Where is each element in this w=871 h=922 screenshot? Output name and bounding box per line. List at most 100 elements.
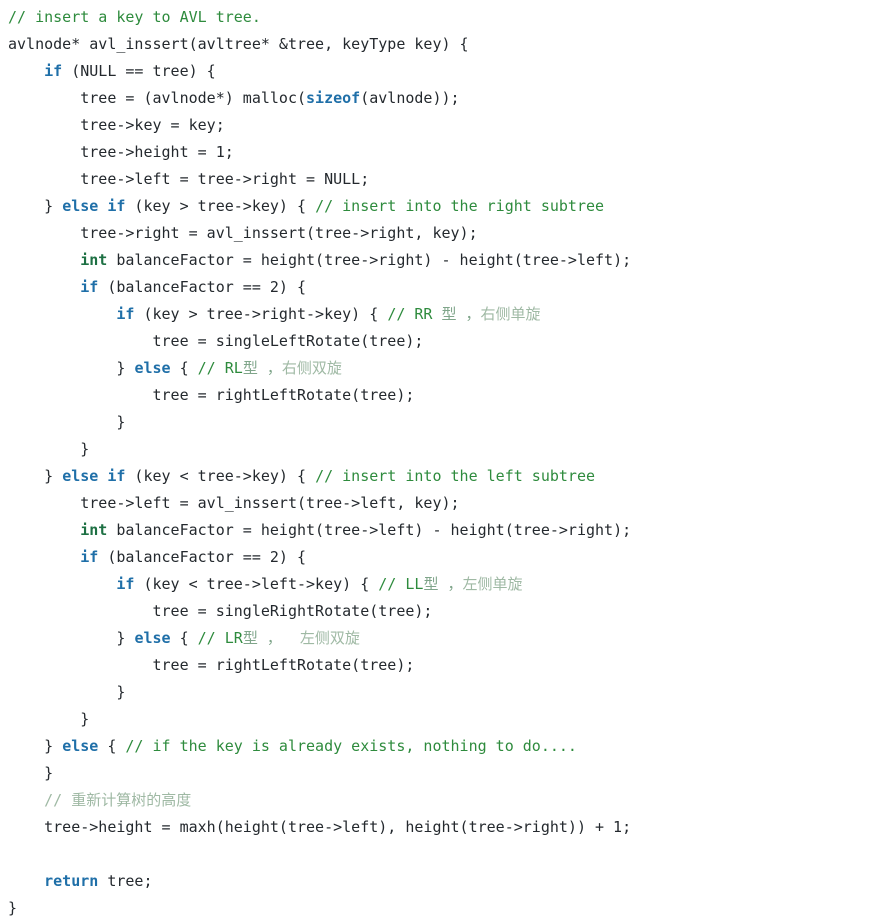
code-token-kw: if xyxy=(116,305,135,323)
code-line: } xyxy=(8,679,871,706)
code-token-plain: tree->height = 1; xyxy=(8,143,234,161)
code-line: tree = rightLeftRotate(tree); xyxy=(8,652,871,679)
code-token-plain: } xyxy=(8,467,63,485)
code-token-cmt-mid: 型 ， xyxy=(242,629,300,647)
code-line: } else if (key > tree->key) { // insert … xyxy=(8,193,871,220)
code-line: tree = (avlnode*) malloc(sizeof(avlnode)… xyxy=(8,85,871,112)
code-line: tree->left = tree->right = NULL; xyxy=(8,166,871,193)
code-line: if (NULL == tree) { xyxy=(8,58,871,85)
code-token-plain: tree = singleRightRotate(tree); xyxy=(8,602,433,620)
code-line: if (key < tree->left->key) { // LL型 ，左侧单… xyxy=(8,571,871,598)
code-line: avlnode* avl_inssert(avltree* &tree, key… xyxy=(8,31,871,58)
code-token-plain: (key < tree->left->key) { xyxy=(134,575,379,593)
code-line: if (key > tree->right->key) { // RR 型 ，右… xyxy=(8,301,871,328)
code-token-cmt: // RR xyxy=(387,305,442,323)
code-token-kw: if xyxy=(44,62,63,80)
code-token-plain: tree->key = key; xyxy=(8,116,225,134)
code-token-cmt-cn: 右侧单旋 xyxy=(480,305,541,323)
code-token-cmt-mid: 型 ， xyxy=(441,305,481,323)
code-token-plain: { xyxy=(170,629,198,647)
code-token-cmt: // insert into the right subtree xyxy=(315,197,605,215)
code-token-plain: tree->right = avl_inssert(tree->right, k… xyxy=(8,224,478,242)
code-token-plain: (balanceFactor == 2) { xyxy=(98,548,307,566)
code-token-cmt: // insert into the left subtree xyxy=(315,467,596,485)
code-line: } else if (key < tree->key) { // insert … xyxy=(8,463,871,490)
code-token-plain: } xyxy=(8,197,63,215)
code-token-cmt: // RL xyxy=(197,359,243,377)
code-line: tree = rightLeftRotate(tree); xyxy=(8,382,871,409)
code-token-kw: if xyxy=(116,575,135,593)
code-token-plain: tree->left = tree->right = NULL; xyxy=(8,170,370,188)
code-token-kw: else xyxy=(134,629,171,647)
code-token-plain: tree; xyxy=(98,872,153,890)
code-line: } xyxy=(8,409,871,436)
code-token-kw: if xyxy=(80,548,99,566)
code-line: } else { // if the key is already exists… xyxy=(8,733,871,760)
code-line: if (balanceFactor == 2) { xyxy=(8,274,871,301)
code-line: tree->height = 1; xyxy=(8,139,871,166)
code-token-plain: (key > tree->key) { xyxy=(125,197,316,215)
code-token-kw: sizeof xyxy=(306,89,361,107)
code-token-plain: } xyxy=(8,440,90,458)
code-line: tree = singleRightRotate(tree); xyxy=(8,598,871,625)
code-line: } xyxy=(8,760,871,787)
code-token-plain: } xyxy=(8,359,135,377)
code-token-plain: (key > tree->right->key) { xyxy=(134,305,388,323)
code-token-kw: else xyxy=(62,737,99,755)
code-token-type: int xyxy=(80,521,108,539)
code-token-cmt: // if the key is already exists, nothing… xyxy=(125,737,577,755)
code-token-plain: } xyxy=(8,413,126,431)
code-token-kw: else xyxy=(134,359,171,377)
code-token-plain: (balanceFactor == 2) { xyxy=(98,278,307,296)
code-token-plain: (key < tree->key) { xyxy=(125,467,316,485)
code-token-plain: tree->height = maxh(height(tree->left), … xyxy=(8,818,632,836)
code-token-cmt-cn: 右侧双旋 xyxy=(281,359,342,377)
code-token-plain: } xyxy=(8,764,54,782)
code-token-plain: (avlnode)); xyxy=(360,89,460,107)
code-token-plain: (NULL == tree) { xyxy=(62,62,216,80)
code-token-cmt-cn: 左侧双旋 xyxy=(299,629,360,647)
code-token-cmt-mid: 型 ， xyxy=(242,359,282,377)
code-line: } xyxy=(8,895,871,922)
code-token-plain: { xyxy=(98,737,126,755)
code-token-plain: } xyxy=(8,683,126,701)
code-line: } else { // RL型 ，右侧双旋 xyxy=(8,355,871,382)
code-token-plain: avlnode* avl_inssert(avltree* &tree, key… xyxy=(8,35,469,53)
code-line: return tree; xyxy=(8,868,871,895)
code-token-cmt-mid: 型 ， xyxy=(423,575,463,593)
code-token-type: int xyxy=(80,251,108,269)
code-token-cmt: // LR xyxy=(197,629,243,647)
code-token-plain: balanceFactor = height(tree->right) - he… xyxy=(107,251,632,269)
code-token-kw: if xyxy=(80,278,99,296)
code-line: } else { // LR型 ， 左侧双旋 xyxy=(8,625,871,652)
code-token-plain: balanceFactor = height(tree->left) - hei… xyxy=(107,521,632,539)
code-listing[interactable]: // insert a key to AVL tree. avlnode* avl… xyxy=(0,0,871,922)
code-token-cmt-cn: // 重新计算树的高度 xyxy=(44,791,192,809)
code-token-plain: } xyxy=(8,899,18,917)
code-token-kw: return xyxy=(44,872,99,890)
code-line: } xyxy=(8,436,871,463)
code-line: } xyxy=(8,706,871,733)
code-token-plain: } xyxy=(8,710,90,728)
code-token-plain: tree->left = avl_inssert(tree->left, key… xyxy=(8,494,460,512)
code-token-cmt-cn: 左侧单旋 xyxy=(462,575,523,593)
code-token-cmt: // insert a key to AVL tree. xyxy=(8,8,261,26)
code-line: // insert a key to AVL tree. xyxy=(8,4,871,31)
code-line: if (balanceFactor == 2) { xyxy=(8,544,871,571)
code-token-plain: { xyxy=(170,359,198,377)
code-token-plain: tree = rightLeftRotate(tree); xyxy=(8,656,415,674)
code-token-plain: tree = rightLeftRotate(tree); xyxy=(8,386,415,404)
code-line: tree->height = maxh(height(tree->left), … xyxy=(8,814,871,841)
code-line: // 重新计算树的高度 xyxy=(8,787,871,814)
code-token-cmt: // LL xyxy=(378,575,424,593)
code-token-kw: else if xyxy=(62,467,126,485)
code-token-plain: tree = singleLeftRotate(tree); xyxy=(8,332,424,350)
code-token-plain: tree = (avlnode*) malloc( xyxy=(8,89,307,107)
